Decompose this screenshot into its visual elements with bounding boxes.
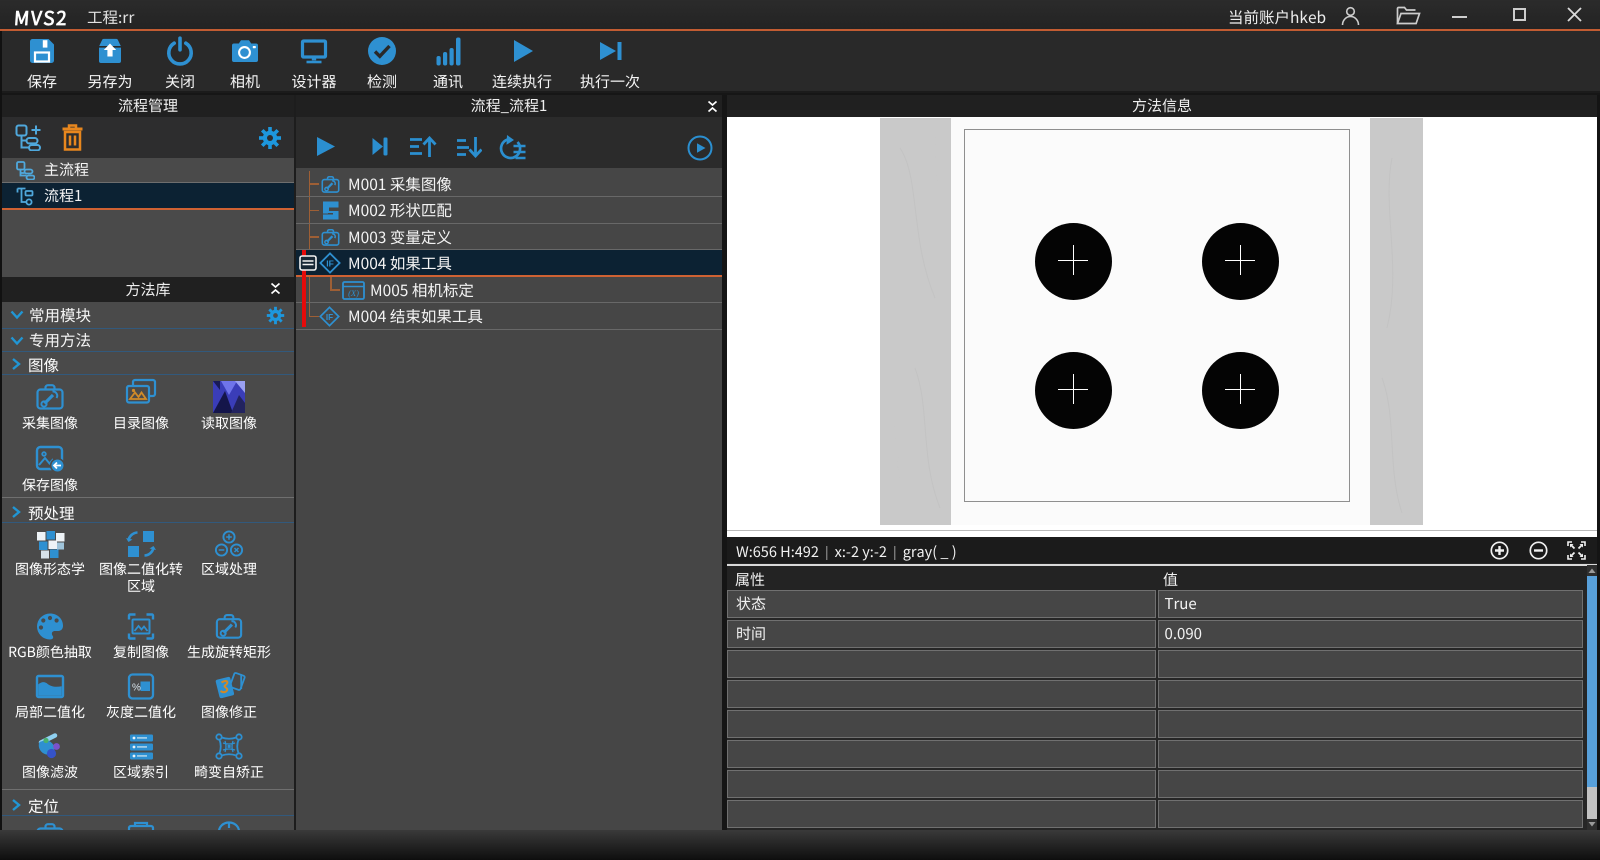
svg-text:IF: IF (326, 313, 333, 322)
svg-text:%: % (132, 683, 141, 694)
svg-text:(X): (X) (348, 288, 359, 298)
svg-text:IF: IF (326, 259, 334, 269)
